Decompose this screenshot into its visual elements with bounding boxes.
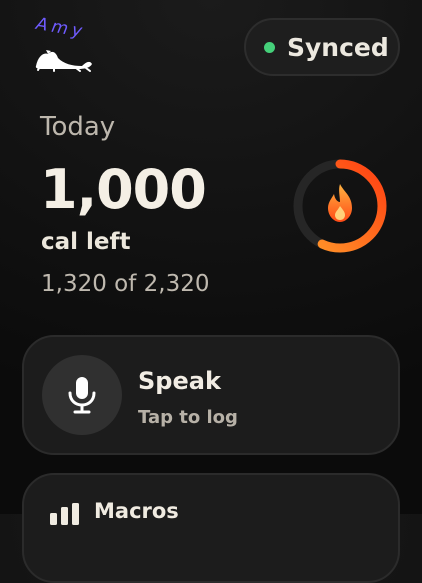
app-logo: Amy: [32, 14, 96, 74]
consumed-of-goal: 1,320 of 2,320: [41, 271, 210, 297]
macros-card[interactable]: Macros: [22, 473, 400, 583]
calories-left-label: cal left: [41, 229, 131, 255]
sync-status-pill[interactable]: Synced: [244, 18, 400, 76]
calories-left-value: 1,000: [40, 158, 207, 221]
bar-chart-icon: [50, 503, 79, 525]
sync-status-label: Synced: [287, 32, 389, 62]
period-label: Today: [40, 112, 116, 142]
cat-stretch-icon: [35, 50, 92, 72]
speak-subtitle: Tap to log: [138, 407, 238, 428]
macros-title: Macros: [94, 499, 179, 523]
speak-button[interactable]: [42, 355, 122, 435]
speak-title: Speak: [138, 367, 221, 395]
calorie-progress-ring[interactable]: [290, 156, 390, 256]
sync-status-dot: [264, 41, 275, 53]
flame-icon: [328, 184, 352, 222]
speak-card[interactable]: Speak Tap to log: [22, 335, 400, 455]
microphone-icon: [68, 377, 96, 414]
